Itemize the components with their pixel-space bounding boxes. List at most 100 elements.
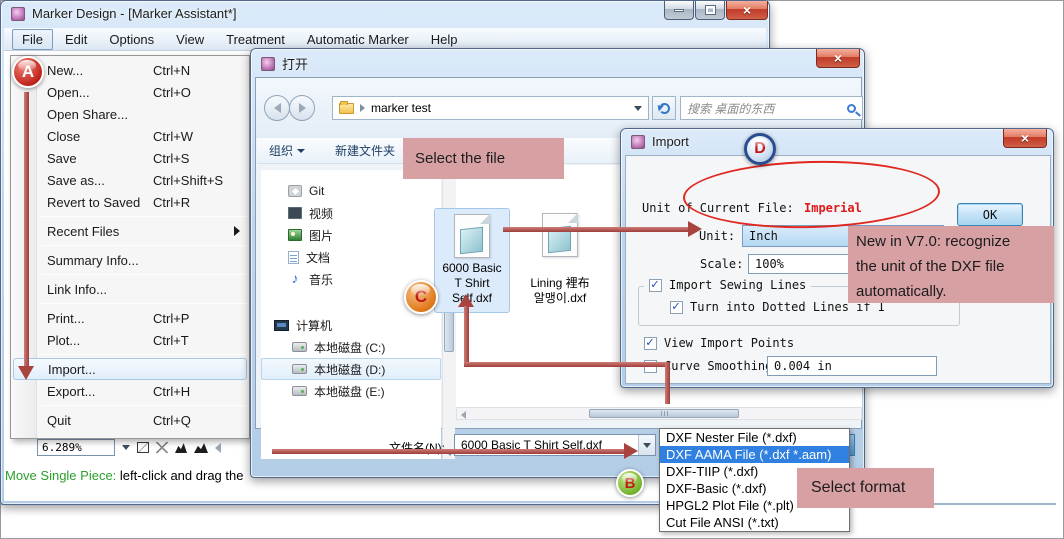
nav-item-videos[interactable]: 视频 (261, 202, 441, 224)
menu-separator (41, 405, 247, 406)
close-button[interactable]: × (726, 1, 768, 20)
menu-treatment[interactable]: Treatment (216, 29, 295, 50)
format-option-ansi[interactable]: Cut File ANSI (*.txt) (660, 514, 849, 531)
nav-item-computer[interactable]: 计算机 (261, 314, 441, 336)
menu-help[interactable]: Help (421, 29, 468, 50)
menu-item-print[interactable]: Print...Ctrl+P (11, 307, 249, 329)
menu-item-open[interactable]: Open...Ctrl+O (11, 81, 249, 103)
menu-item-summary-info[interactable]: Summary Info... (11, 249, 249, 271)
scale-value: 100% (755, 257, 784, 271)
menu-view[interactable]: View (166, 29, 214, 50)
minimize-button[interactable] (664, 1, 694, 20)
menu-options[interactable]: Options (99, 29, 164, 50)
view-import-points-checkbox[interactable] (644, 337, 657, 350)
status-bar: Move Single Piece: left-click and drag t… (5, 468, 243, 483)
organize-button[interactable]: 组织 (269, 142, 305, 159)
address-bar[interactable]: marker test (332, 96, 649, 120)
maximize-button[interactable] (695, 1, 725, 20)
menu-automatic-marker[interactable]: Automatic Marker (297, 29, 419, 50)
curve-smoothing-input[interactable]: 0.004 in (767, 356, 937, 376)
git-icon (288, 185, 302, 197)
zoom-combo[interactable]: 6.289% (37, 439, 115, 456)
open-dialog-close-button[interactable]: × (816, 49, 860, 68)
dxf-file-icon (454, 214, 490, 258)
open-dialog-titlebar: 打开 (261, 54, 308, 73)
menu-item-close[interactable]: CloseCtrl+W (11, 125, 249, 147)
file-list-horizontal-scrollbar[interactable] (456, 407, 862, 420)
nav-item-pictures[interactable]: 图片 (261, 224, 441, 246)
main-window-titlebar: Marker Design - [Marker Assistant*] (11, 6, 236, 21)
nav-item-documents[interactable]: 文档 (261, 246, 441, 268)
folder-icon (339, 103, 354, 114)
chevron-left-icon[interactable] (215, 443, 221, 453)
menu-file[interactable]: File (12, 29, 53, 50)
close-icon: × (834, 51, 842, 65)
filename-dropdown-icon[interactable] (638, 435, 655, 455)
menu-item-recent-files[interactable]: Recent Files (11, 220, 249, 242)
step-badge-c: C (404, 280, 438, 314)
format-option-aama[interactable]: DXF AAMA File (*.dxf *.aam) (660, 446, 849, 463)
menu-separator (41, 245, 247, 246)
document-icon (288, 251, 299, 264)
fit-view-icon[interactable] (156, 442, 168, 453)
menu-item-revert[interactable]: Revert to SavedCtrl+R (11, 191, 249, 213)
scrollbar-thumb[interactable] (589, 409, 739, 418)
import-dialog-close-button[interactable]: × (1003, 129, 1047, 148)
music-note-icon (288, 272, 302, 286)
arrow-file-to-import-line (503, 227, 689, 232)
ok-button[interactable]: OK (957, 203, 1023, 226)
forward-button[interactable] (289, 95, 315, 121)
maximize-icon (706, 6, 715, 14)
curve-smoothing-label: Curve Smoothing: (664, 359, 780, 373)
new-folder-button[interactable]: 新建文件夹 (335, 142, 395, 159)
nav-item-disk-d[interactable]: 本地磁盘 (D:) (261, 358, 441, 380)
submenu-arrow-icon (234, 226, 240, 236)
menu-item-link-info[interactable]: Link Info... (11, 278, 249, 300)
address-dropdown-icon[interactable] (634, 106, 642, 111)
pieces-icon[interactable] (175, 442, 187, 453)
zoom-toolbar: 6.289% (37, 439, 221, 456)
menu-edit[interactable]: Edit (55, 29, 97, 50)
view-import-points-label: View Import Points (664, 336, 794, 350)
pieces-dark-icon[interactable] (194, 442, 208, 453)
nav-item-disk-c[interactable]: 本地磁盘 (C:) (261, 336, 441, 358)
menu-item-import[interactable]: Import... (13, 358, 247, 380)
main-window-title: Marker Design - [Marker Assistant*] (32, 6, 236, 21)
file-tile[interactable]: Lining 裡布 알맹이.dxf (518, 208, 602, 313)
menu-item-quit[interactable]: QuitCtrl+Q (11, 409, 249, 431)
back-icon (274, 103, 281, 113)
scroll-left-icon[interactable] (461, 411, 466, 419)
back-button[interactable] (264, 95, 290, 121)
disk-icon (292, 386, 307, 396)
step-badge-a: A (12, 56, 44, 88)
refresh-button[interactable] (652, 96, 676, 120)
import-sewing-lines-checkbox[interactable] (649, 279, 662, 292)
close-icon: × (743, 3, 751, 17)
breadcrumb[interactable]: marker test (371, 101, 431, 115)
menu-item-open-share[interactable]: Open Share... (11, 103, 249, 125)
search-box[interactable]: 搜索 桌面的东西 (680, 96, 863, 120)
menu-item-save[interactable]: SaveCtrl+S (11, 147, 249, 169)
zoom-dropdown-icon[interactable] (122, 445, 130, 450)
import-sewing-lines-label: Import Sewing Lines (669, 278, 806, 292)
video-icon (288, 207, 302, 219)
open-dialog-title: 打开 (282, 54, 308, 73)
nav-item-disk-e[interactable]: 本地磁盘 (E:) (261, 380, 441, 402)
turn-dotted-lines-checkbox[interactable] (670, 301, 683, 314)
dxf-file-icon (542, 213, 578, 257)
menu-item-export[interactable]: Export...Ctrl+H (11, 380, 249, 402)
menu-item-new[interactable]: New...Ctrl+N (11, 59, 249, 81)
menu-separator (41, 354, 247, 355)
search-placeholder: 搜索 桌面的东西 (687, 100, 774, 117)
search-icon (847, 104, 856, 113)
breadcrumb-arrow-icon (360, 104, 365, 112)
zoom-value: 6.289% (42, 441, 82, 454)
status-hint-text: left-click and drag the (116, 468, 243, 483)
menu-item-save-as[interactable]: Save as...Ctrl+Shift+S (11, 169, 249, 191)
arrow-up-to-file-line (464, 306, 469, 366)
format-option-nester[interactable]: DXF Nester File (*.dxf) (660, 429, 849, 446)
page-setup-icon[interactable] (137, 442, 149, 453)
curve-smoothing-value: 0.004 in (774, 359, 832, 373)
nav-item-git[interactable]: Git (261, 180, 441, 202)
menu-item-plot[interactable]: Plot...Ctrl+T (11, 329, 249, 351)
